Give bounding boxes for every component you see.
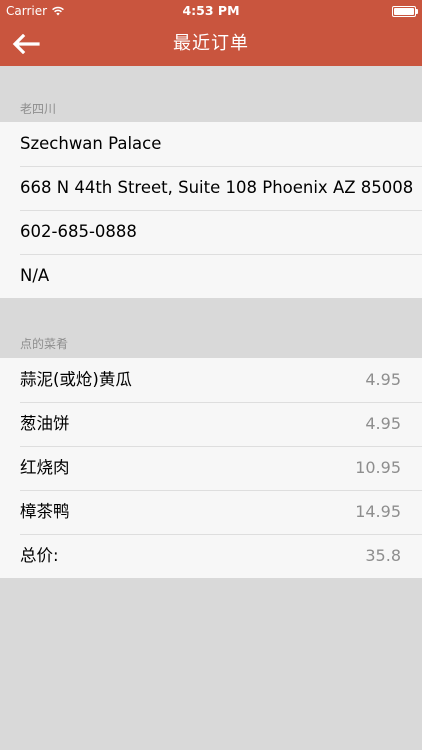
total-row: 总价: 35.8 — [0, 534, 422, 578]
dish-name: 葱油饼 — [20, 414, 70, 433]
dish-name: 樟茶鸭 — [20, 502, 70, 521]
dish-name: 红烧肉 — [20, 458, 70, 477]
restaurant-address-row: 668 N 44th Street, Suite 108 Phoenix AZ … — [0, 166, 422, 210]
restaurant-name-row: Szechwan Palace — [0, 122, 422, 166]
dishes-section-header: 点的菜肴 — [20, 337, 69, 351]
status-time: 4:53 PM — [182, 3, 240, 18]
dish-row: 葱油饼 4.95 — [0, 402, 422, 446]
restaurant-name: Szechwan Palace — [20, 134, 162, 153]
dish-price: 4.95 — [365, 370, 401, 389]
dish-name: 蒜泥(或炝)黄瓜 — [20, 370, 132, 389]
restaurant-info-group: Szechwan Palace 668 N 44th Street, Suite… — [0, 122, 422, 298]
battery-icon — [392, 5, 418, 17]
dishes-group: 蒜泥(或炝)黄瓜 4.95 葱油饼 4.95 红烧肉 10.95 樟茶鸭 14.… — [0, 358, 422, 578]
dish-price: 10.95 — [355, 458, 401, 477]
restaurant-phone-row: 602-685-0888 — [0, 210, 422, 254]
restaurant-address: 668 N 44th Street, Suite 108 Phoenix AZ … — [20, 178, 414, 197]
navigation-bar: 最近订单 — [0, 22, 422, 66]
restaurant-extra-row: N/A — [0, 254, 422, 298]
restaurant-section-header: 老四川 — [20, 102, 57, 116]
dish-price: 14.95 — [355, 502, 401, 521]
battery-area — [392, 0, 418, 22]
dish-row: 红烧肉 10.95 — [0, 446, 422, 490]
dish-row: 蒜泥(或炝)黄瓜 4.95 — [0, 358, 422, 402]
dish-row: 樟茶鸭 14.95 — [0, 490, 422, 534]
dish-price: 4.95 — [365, 414, 401, 433]
total-label: 总价: — [20, 546, 59, 565]
total-value: 35.8 — [365, 546, 401, 565]
restaurant-extra: N/A — [20, 266, 50, 285]
status-bar: Carrier 4:53 PM — [0, 0, 422, 22]
restaurant-phone: 602-685-0888 — [20, 222, 137, 241]
page-title: 最近订单 — [173, 33, 249, 54]
